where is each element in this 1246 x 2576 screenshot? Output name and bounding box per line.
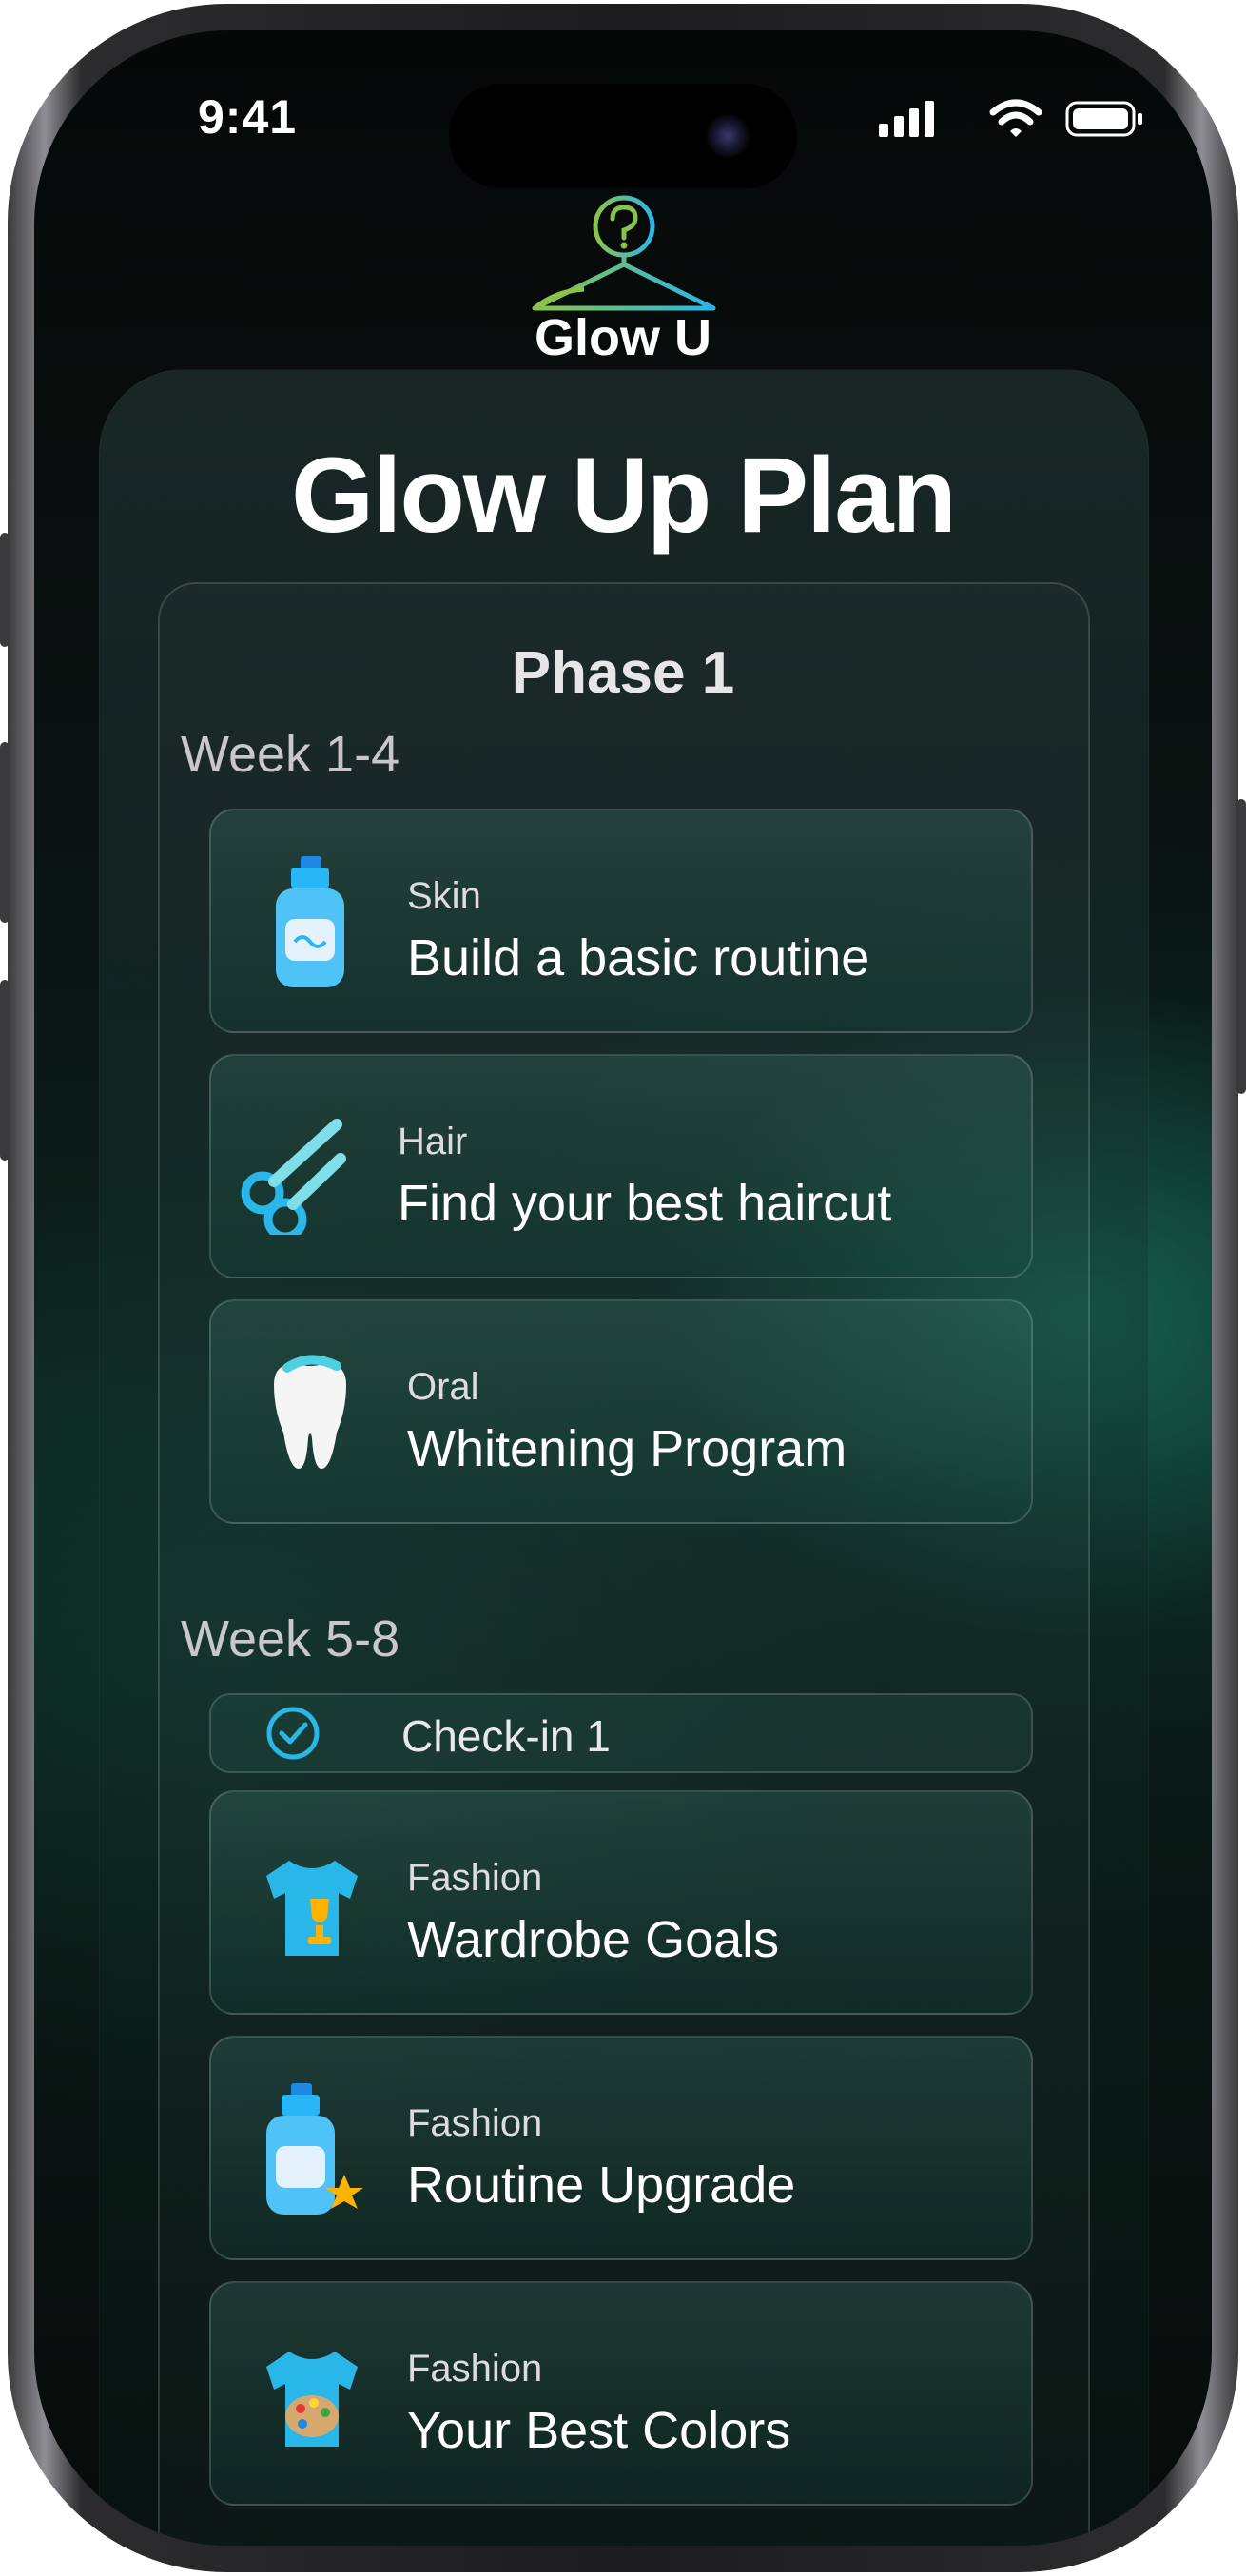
task-card-colors[interactable]: Fashion Your Best Colors (209, 2281, 1033, 2506)
task-title: Wardrobe Goals (407, 1911, 780, 1968)
task-category: Oral (407, 1366, 479, 1408)
cleanser-star-icon (266, 2083, 363, 2215)
phase-title: Phase 1 (511, 640, 735, 706)
hanger-question-icon (532, 195, 716, 311)
task-card-wardrobe[interactable]: Fashion Wardrobe Goals (209, 1790, 1033, 2015)
cleanser-bottle-icon (276, 856, 344, 987)
screen: 9:41 Glow U Glow Up Plan Phase 1 Week 1-… (34, 30, 1212, 2546)
task-title: Find your best haircut (398, 1175, 892, 1232)
task-card-hair[interactable]: Hair Find your best haircut (209, 1054, 1033, 1278)
page-title: Glow Up Plan (291, 436, 957, 555)
task-title: Whitening Program (407, 1420, 847, 1477)
checkin-card[interactable]: Check-in 1 (209, 1693, 1033, 1773)
week-label: Week 5-8 (181, 1610, 400, 1668)
task-title: Build a basic routine (407, 929, 870, 986)
check-circle-icon (266, 1707, 320, 1760)
task-category: Fashion (407, 1857, 543, 1899)
status-time: 9:41 (198, 90, 298, 144)
wifi-icon (989, 99, 1042, 137)
battery-icon (1065, 101, 1142, 137)
task-card-oral[interactable]: Oral Whitening Program (209, 1299, 1033, 1524)
task-category: Hair (398, 1121, 468, 1162)
signal-icon (879, 101, 934, 137)
shirt-palette-icon (266, 2352, 358, 2447)
task-category: Skin (407, 875, 481, 917)
task-category: Fashion (407, 2102, 543, 2144)
status-icons (879, 99, 1142, 137)
brand-name: Glow U (535, 309, 711, 366)
checkin-label: Check-in 1 (401, 1711, 611, 1761)
week-label: Week 1-4 (181, 726, 400, 783)
task-title: Your Best Colors (407, 2402, 791, 2459)
volume-up-button (0, 742, 10, 923)
camera-icon (706, 114, 750, 158)
task-title: Routine Upgrade (407, 2156, 796, 2214)
task-category: Fashion (407, 2348, 543, 2390)
volume-down-button (0, 980, 10, 1161)
tooth-icon (274, 1355, 346, 1469)
task-card-skin[interactable]: Skin Build a basic routine (209, 809, 1033, 1033)
task-card-routine[interactable]: Fashion Routine Upgrade (209, 2036, 1033, 2260)
scissors-icon (241, 1119, 346, 1235)
action-button (0, 533, 10, 647)
power-button (1236, 799, 1246, 1094)
shirt-trophy-icon (266, 1861, 358, 1956)
